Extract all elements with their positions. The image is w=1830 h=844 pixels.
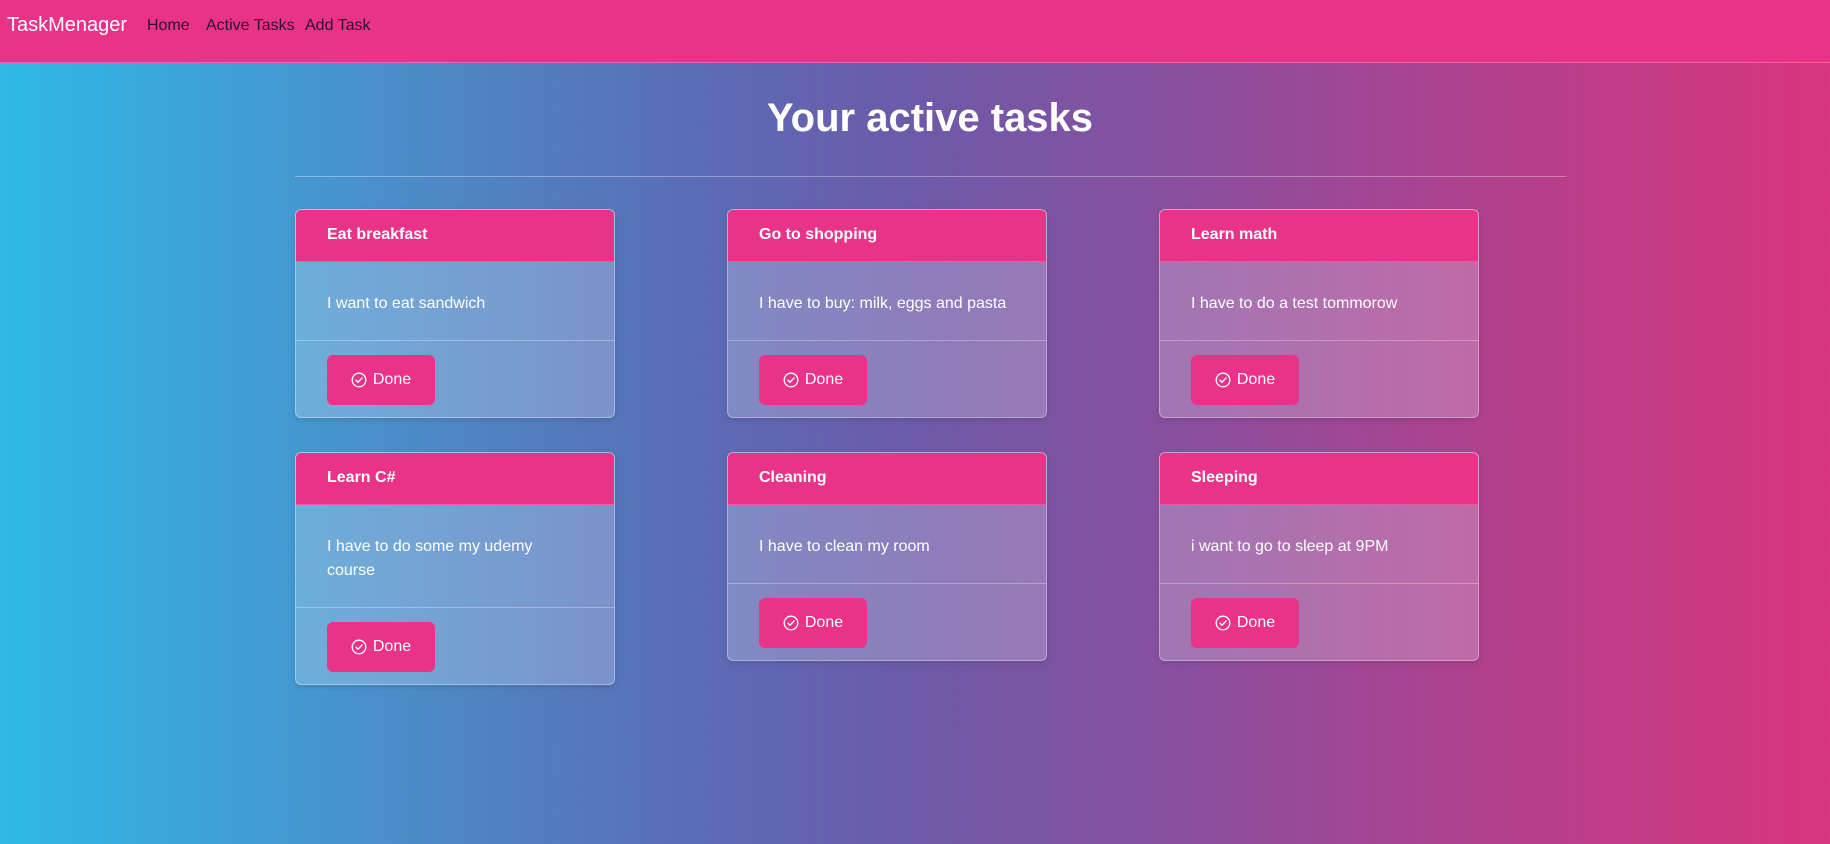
done-button-label: Done <box>1236 614 1276 631</box>
done-button-label: Done <box>372 638 412 655</box>
check-circle-icon <box>351 372 367 388</box>
task-description: i want to go to sleep at 9PM <box>1160 505 1478 584</box>
task-footer: Done <box>1160 341 1478 417</box>
task-footer: Done <box>296 608 614 684</box>
task-card: Eat breakfast I want to eat sandwich Don… <box>295 209 615 418</box>
task-footer: Done <box>296 341 614 417</box>
done-button[interactable]: Done <box>327 622 435 672</box>
task-title: Cleaning <box>728 453 1046 505</box>
task-description: I want to eat sandwich <box>296 262 614 341</box>
done-button-label: Done <box>804 614 844 631</box>
task-card: Learn math I have to do a test tommorow … <box>1159 209 1479 418</box>
check-circle-icon <box>1215 372 1231 388</box>
task-title: Go to shopping <box>728 210 1046 262</box>
task-footer: Done <box>728 584 1046 660</box>
done-button[interactable]: Done <box>327 355 435 405</box>
nav-link-add-task[interactable]: Add Task <box>305 17 371 35</box>
brand-link[interactable]: TaskMenager <box>7 14 127 37</box>
task-description: I have to buy: milk, eggs and pasta <box>728 262 1046 341</box>
task-title: Eat breakfast <box>296 210 614 262</box>
task-footer: Done <box>728 341 1046 417</box>
title-divider <box>295 176 1566 177</box>
task-description: I have to clean my room <box>728 505 1046 584</box>
done-button-label: Done <box>372 371 412 388</box>
navbar: TaskMenager Home Active Tasks Add Task <box>0 0 1830 63</box>
done-button[interactable]: Done <box>759 355 867 405</box>
task-title: Sleeping <box>1160 453 1478 505</box>
check-circle-icon <box>1215 615 1231 631</box>
task-card: Go to shopping I have to buy: milk, eggs… <box>727 209 1047 418</box>
done-button[interactable]: Done <box>1191 598 1299 648</box>
task-card: Learn C# I have to do some my udemy cour… <box>295 452 615 685</box>
task-card: Sleeping i want to go to sleep at 9PM Do… <box>1159 452 1479 661</box>
task-title: Learn C# <box>296 453 614 505</box>
check-circle-icon <box>783 372 799 388</box>
task-title: Learn math <box>1160 210 1478 262</box>
task-description: I have to do a test tommorow <box>1160 262 1478 341</box>
done-button-label: Done <box>804 371 844 388</box>
done-button[interactable]: Done <box>759 598 867 648</box>
done-button-label: Done <box>1236 371 1276 388</box>
page-title: Your active tasks <box>766 96 1094 140</box>
check-circle-icon <box>783 615 799 631</box>
check-circle-icon <box>351 639 367 655</box>
nav-link-active-tasks[interactable]: Active Tasks <box>206 17 295 35</box>
task-card: Cleaning I have to clean my room Done <box>727 452 1047 661</box>
nav-link-home[interactable]: Home <box>147 17 190 35</box>
task-footer: Done <box>1160 584 1478 660</box>
task-description: I have to do some my udemy course <box>296 505 614 608</box>
done-button[interactable]: Done <box>1191 355 1299 405</box>
